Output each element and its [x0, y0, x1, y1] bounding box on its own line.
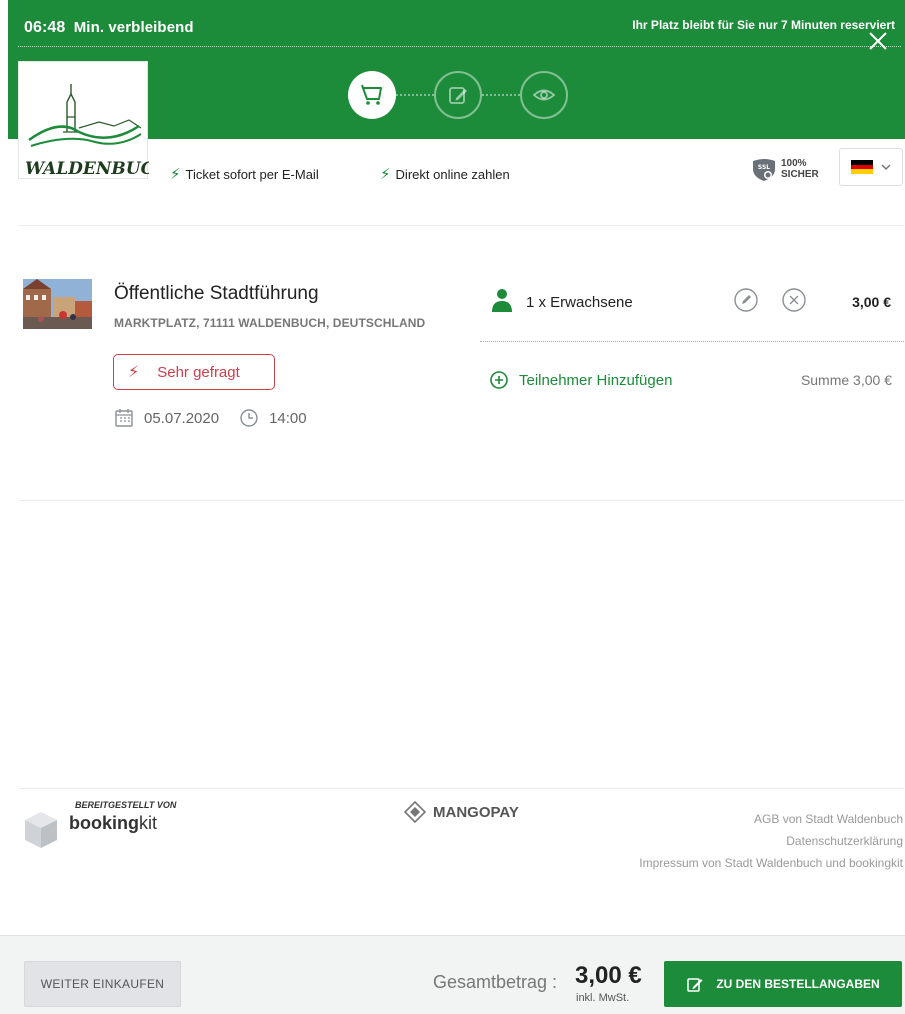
ssl-shield-icon: SSL	[753, 159, 775, 181]
edit-participant-icon[interactable]	[733, 287, 759, 313]
divider	[18, 225, 904, 226]
language-selector[interactable]	[839, 148, 903, 186]
email-ticket-info: ⚡︎ Ticket sofort per E-Mail	[170, 165, 319, 183]
popular-badge: ⚡︎ Sehr gefragt	[113, 354, 275, 390]
email-ticket-label: Ticket sofort per E-Mail	[185, 166, 319, 182]
plus-circle-icon	[490, 371, 508, 389]
imprint-link[interactable]: Impressum von Stadt Waldenbuch und booki…	[639, 852, 903, 874]
chevron-down-icon	[881, 164, 891, 171]
online-pay-info: ⚡︎ Direkt online zahlen	[380, 165, 510, 183]
eye-icon	[532, 89, 556, 101]
divider	[480, 341, 904, 342]
calendar-icon	[115, 409, 133, 427]
close-icon[interactable]	[865, 28, 891, 54]
checkout-bar: WEITER EINKAUFEN Gesamtbetrag : 3,00 € i…	[0, 935, 905, 1014]
step-review[interactable]	[520, 71, 568, 119]
person-icon	[492, 289, 512, 312]
mangopay-icon	[403, 800, 427, 824]
checkout-steps	[348, 70, 568, 120]
cart-icon	[361, 84, 382, 105]
proceed-label: ZU DEN BESTELLANGABEN	[716, 977, 880, 991]
logo-text: WALDENBUCH	[25, 159, 149, 179]
vat-note: inkl. MwSt.	[576, 992, 630, 1004]
ssl-badge: SSL 100% SICHER	[751, 156, 819, 182]
add-participant-button[interactable]: Teilnehmer Hinzufügen	[489, 370, 672, 390]
divider	[18, 500, 904, 501]
bookingkit-bold: booking	[69, 813, 139, 833]
terms-link[interactable]: AGB von Stadt Waldenbuch	[639, 808, 903, 830]
subtotal: Summe 3,00 €	[800, 372, 892, 388]
mangopay-logo: MANGOPAY	[403, 800, 519, 824]
event-title: Öffentliche Stadtführung	[114, 283, 319, 304]
event-address: MARKTPLATZ, 71111 WALDENBUCH, DEUTSCHLAN…	[114, 316, 426, 330]
participant-price: 3,00 €	[852, 294, 891, 310]
legal-links: AGB von Stadt Waldenbuch Datenschutzerkl…	[639, 808, 903, 874]
step-details[interactable]	[434, 71, 482, 119]
event-thumbnail	[23, 279, 92, 329]
edit-icon	[687, 978, 703, 992]
continue-shopping-button[interactable]: WEITER EINKAUFEN	[24, 961, 181, 1007]
step-connector	[396, 94, 434, 96]
popular-badge-label: Sehr gefragt	[157, 363, 240, 381]
provided-by-label: BEREITGESTELLT VON	[75, 800, 177, 810]
total-amount: 3,00 €	[575, 962, 642, 989]
timer-value: 06:48	[24, 19, 66, 36]
ssl-shield-label: SSL	[758, 164, 770, 171]
german-flag-icon	[851, 160, 873, 175]
event-datetime: 05.07.2020 14:00	[114, 408, 307, 428]
step-connector	[482, 94, 520, 96]
header-divider	[18, 46, 901, 47]
proceed-to-order-details-button[interactable]: ZU DEN BESTELLANGABEN	[664, 961, 902, 1007]
participant-line: 1 x Erwachsene	[526, 294, 633, 311]
event-time: 14:00	[269, 409, 307, 427]
bolt-icon: ⚡︎	[128, 364, 140, 381]
privacy-link[interactable]: Datenschutzerklärung	[639, 830, 903, 852]
divider	[18, 788, 904, 789]
edit-icon	[449, 87, 467, 104]
event-date: 05.07.2020	[144, 409, 220, 427]
timer-label: Min. verbleibend	[73, 19, 194, 36]
step-cart[interactable]	[348, 71, 396, 119]
ssl-secure: SICHER	[781, 169, 819, 180]
ssl-percent: 100%	[781, 158, 807, 169]
waldenbuch-logo[interactable]: WALDENBUCH	[18, 61, 171, 179]
cube-icon	[25, 812, 57, 848]
remove-participant-icon[interactable]	[781, 287, 807, 313]
mangopay-label: MANGOPAY	[433, 803, 519, 821]
bolt-icon: ⚡︎	[170, 166, 181, 183]
bolt-icon: ⚡︎	[380, 166, 391, 183]
bookingkit-logo[interactable]: BEREITGESTELLT VON bookingkit	[23, 800, 176, 850]
countdown-timer: 06:48 Min. verbleibend	[24, 19, 194, 37]
total-label: Gesamtbetrag :	[433, 972, 558, 992]
reservation-note: Ihr Platz bleibt für Sie nur 7 Minuten r…	[632, 18, 895, 32]
clock-icon	[240, 409, 258, 427]
add-participant-label: Teilnehmer Hinzufügen	[519, 371, 673, 389]
bookingkit-light: kit	[139, 813, 157, 833]
online-pay-label: Direkt online zahlen	[395, 166, 510, 182]
